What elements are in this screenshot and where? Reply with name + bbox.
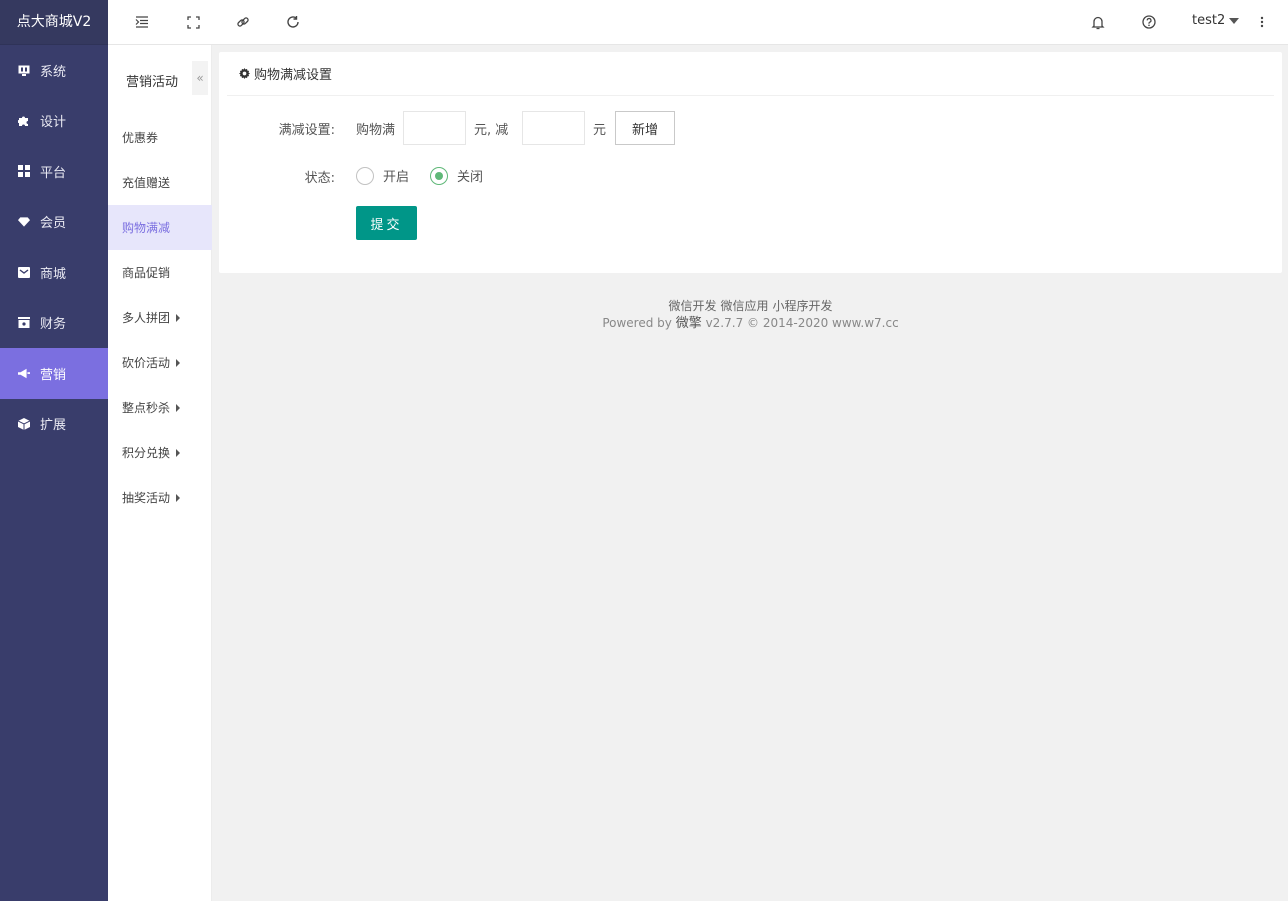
status-label: 状态: bbox=[304, 171, 335, 186]
footer: 微信开发 微信应用 小程序开发 Powered by 微擎 v2.7.7 © 201… bbox=[219, 298, 1282, 332]
user-name: test2 bbox=[1192, 13, 1226, 28]
cube-icon bbox=[18, 417, 30, 430]
submit-button[interactable]: 提交 bbox=[356, 206, 417, 240]
settings-card: 购物满减设置 满减设置: 购物满 元, 减 元 新增 状态: 开启 关闭 提交 bbox=[219, 52, 1282, 273]
subnav-item-flash-sale[interactable]: 整点秒杀 bbox=[108, 385, 212, 430]
user-menu[interactable]: test2 bbox=[1192, 13, 1240, 28]
radio-circle bbox=[356, 166, 374, 185]
refresh-icon[interactable] bbox=[285, 14, 301, 30]
help-icon[interactable] bbox=[1141, 14, 1157, 30]
menu-indent-icon[interactable] bbox=[134, 14, 150, 30]
subnav-item-coupon[interactable]: 优惠券 bbox=[108, 115, 212, 160]
status-on-label: 开启 bbox=[383, 170, 410, 185]
subnav-item-full-reduction[interactable]: 购物满减 bbox=[108, 205, 212, 250]
subnav-item-label: 优惠券 bbox=[122, 131, 159, 145]
footer-link-miniprogram-dev[interactable]: 小程序开发 bbox=[773, 299, 833, 313]
subnav-item-group-buy[interactable]: 多人拼团 bbox=[108, 295, 212, 340]
nav-item-label: 会员 bbox=[40, 216, 67, 232]
top-bar: test2 bbox=[108, 0, 1288, 45]
diamond-icon bbox=[18, 216, 30, 228]
subnav-item-label: 充值赠送 bbox=[122, 176, 171, 190]
more-vertical-icon[interactable] bbox=[1254, 14, 1270, 30]
subnav-list: 优惠券 充值赠送 购物满减 商品促销 多人拼团 砍价活动 整点秒杀 积分兑换 抽… bbox=[108, 115, 212, 520]
radio-circle-checked bbox=[430, 166, 448, 185]
status-on-radio[interactable]: 开启 bbox=[356, 166, 409, 185]
nav-item-label: 营销 bbox=[40, 367, 67, 383]
nav-item-member[interactable]: 会员 bbox=[0, 197, 108, 248]
wallet-icon bbox=[18, 317, 30, 329]
caret-right-icon bbox=[176, 448, 181, 457]
subnav-item-label: 多人拼团 bbox=[122, 311, 171, 325]
caret-right-icon bbox=[176, 493, 181, 502]
nav-item-platform[interactable]: 平台 bbox=[0, 146, 108, 197]
footer-link-wechat-app[interactable]: 微信应用 bbox=[720, 299, 768, 313]
subnav-title: 营销活动 bbox=[126, 75, 179, 90]
subnav-item-label: 商品促销 bbox=[122, 266, 171, 280]
powered-brand: 微擎 bbox=[675, 316, 702, 331]
brand-logo[interactable]: 点大商城V2 bbox=[0, 0, 108, 45]
subnav-item-bargain[interactable]: 砍价活动 bbox=[108, 340, 212, 385]
status-off-radio[interactable]: 关闭 bbox=[430, 166, 483, 185]
nav-item-label: 设计 bbox=[40, 115, 67, 131]
rule-mid: 元, 减 bbox=[474, 123, 509, 138]
subnav-item-promotion[interactable]: 商品促销 bbox=[108, 250, 212, 295]
subnav-item-label: 砍价活动 bbox=[122, 356, 171, 370]
puzzle-icon bbox=[18, 115, 30, 127]
nav-item-label: 财务 bbox=[40, 317, 67, 333]
add-rule-button[interactable]: 新增 bbox=[615, 111, 675, 145]
link-icon[interactable] bbox=[235, 14, 251, 30]
footer-links: 微信开发 微信应用 小程序开发 bbox=[219, 298, 1282, 315]
gear-icon bbox=[239, 68, 250, 79]
grid-icon bbox=[18, 165, 30, 178]
powered-suffix: v2.7.7 © 2014-2020 www.w7.cc bbox=[705, 316, 899, 330]
monitor-icon bbox=[18, 64, 30, 76]
rule-label: 满减设置: bbox=[278, 123, 335, 138]
caret-right-icon bbox=[176, 358, 181, 367]
minus-amount-input[interactable] bbox=[522, 111, 585, 145]
collapse-button[interactable]: « bbox=[192, 61, 208, 95]
subnav-item-label: 抽奖活动 bbox=[122, 491, 171, 505]
mail-icon bbox=[18, 266, 30, 278]
nav-item-system[interactable]: 系统 bbox=[0, 45, 108, 96]
full-amount-input[interactable] bbox=[403, 111, 466, 145]
nav-item-label: 系统 bbox=[40, 64, 67, 80]
fullscreen-icon[interactable] bbox=[185, 14, 201, 30]
card-header: 购物满减设置 bbox=[227, 52, 1274, 96]
sub-sidebar: 营销活动 « 优惠券 充值赠送 购物满减 商品促销 多人拼团 砍价活动 整点秒杀… bbox=[108, 45, 212, 901]
rule-prefix: 购物满 bbox=[356, 123, 396, 138]
bell-icon[interactable] bbox=[1090, 14, 1106, 30]
nav-item-finance[interactable]: 财务 bbox=[0, 298, 108, 349]
footer-powered: Powered by 微擎 v2.7.7 © 2014-2020 www.w7.… bbox=[219, 315, 1282, 332]
subnav-item-recharge-gift[interactable]: 充值赠送 bbox=[108, 160, 212, 205]
subnav-item-label: 购物满减 bbox=[122, 221, 171, 235]
caret-right-icon bbox=[176, 313, 181, 322]
nav-item-design[interactable]: 设计 bbox=[0, 96, 108, 147]
powered-prefix: Powered by bbox=[602, 316, 672, 330]
nav-item-marketing[interactable]: 营销 bbox=[0, 348, 108, 399]
megaphone-icon bbox=[18, 367, 30, 379]
subnav-item-points-exchange[interactable]: 积分兑换 bbox=[108, 430, 212, 475]
subnav-item-label: 积分兑换 bbox=[122, 446, 171, 460]
card-title: 购物满减设置 bbox=[254, 68, 333, 83]
chevron-down-icon bbox=[1229, 17, 1240, 24]
subnav-item-label: 整点秒杀 bbox=[122, 401, 171, 415]
nav-item-extension[interactable]: 扩展 bbox=[0, 399, 108, 450]
rule-suffix: 元 bbox=[593, 123, 607, 138]
subnav-item-lottery[interactable]: 抽奖活动 bbox=[108, 475, 212, 520]
caret-right-icon bbox=[176, 403, 181, 412]
status-off-label: 关闭 bbox=[457, 170, 484, 185]
nav-item-mall[interactable]: 商城 bbox=[0, 247, 108, 298]
nav-item-label: 商城 bbox=[40, 266, 67, 282]
radio-dot bbox=[435, 171, 443, 180]
nav-item-label: 平台 bbox=[40, 165, 67, 181]
footer-link-wechat-dev[interactable]: 微信开发 bbox=[668, 299, 716, 313]
nav-item-label: 扩展 bbox=[40, 418, 67, 434]
main-sidebar: 点大商城V2 系统 设计 平台 会员 商城 财务 营销 扩展 bbox=[0, 0, 108, 901]
